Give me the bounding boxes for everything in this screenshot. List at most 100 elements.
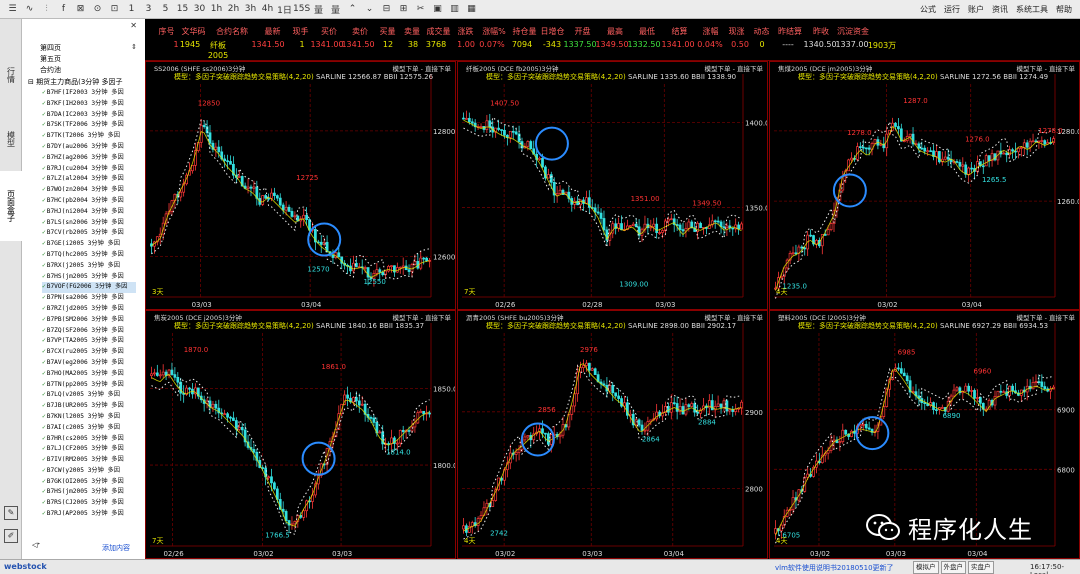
quote-header[interactable]: 开盘 <box>566 26 599 37</box>
sidebar-list-item[interactable]: ✓B7HC(pb2004 3分钟 多因 <box>42 196 136 207</box>
sidebar-contract-pool[interactable]: 合约池 <box>40 65 61 75</box>
edit-icon[interactable]: ✐ <box>4 529 18 543</box>
sidebar-page-5[interactable]: 第五页 <box>40 54 61 64</box>
quote-header[interactable]: 文华码 <box>180 26 207 37</box>
quote-header[interactable]: 日增仓 <box>539 26 566 37</box>
list-icon[interactable]: ☰ <box>4 4 21 14</box>
sidebar-list-item[interactable]: ✓B7TN(pp2005 3分钟 多因 <box>42 380 136 391</box>
quote-header[interactable]: 结算 <box>663 26 696 37</box>
sidebar-list-item[interactable]: ✓B7RX(j2005 3分钟 多因 <box>42 261 136 272</box>
sidebar-list-item[interactable]: ✓B7ZQ(SF2006 3分钟 多因 <box>42 326 136 337</box>
period-30m-icon[interactable]: 30 <box>191 4 208 14</box>
fullscreen-icon[interactable]: ▣ <box>429 4 446 14</box>
menu-item-3[interactable]: 资讯 <box>992 4 1008 15</box>
sidebar-list-item[interactable]: ✓B7LS(sn2006 3分钟 多因 <box>42 218 136 229</box>
sidebar-list-item[interactable]: ✓B7VOF(FG2006 3分钟 多因 <box>42 282 136 294</box>
sidebar-list-item[interactable]: ✓B7VP(TA2005 3分钟 多因 <box>42 336 136 347</box>
sidebar-list-item[interactable]: ✓B7AI(c2005 3分钟 多因 <box>42 423 136 434</box>
sidebar-list-item[interactable]: ✓B7KN(l2005 3分钟 多因 <box>42 412 136 423</box>
menu-item-5[interactable]: 帮助 <box>1056 4 1072 15</box>
chart-canvas[interactable]: 2900 2800 03/02 03/03 03/04 2976 2856 2864 2884 2… <box>458 311 768 559</box>
sidebar-list-item[interactable]: ✓B7HS(jm2005 3分钟 多因 <box>42 487 136 498</box>
quote-header[interactable]: 昨收 <box>805 26 837 37</box>
line-chart-icon[interactable]: ∿ <box>21 4 38 14</box>
quote-header[interactable]: 买价 <box>313 26 345 37</box>
period-1d-icon[interactable]: 1日 <box>276 3 293 16</box>
add-content-link[interactable]: 添加内容 <box>102 543 130 553</box>
period-1m-icon[interactable]: 1 <box>123 4 140 14</box>
quote-header[interactable]: 成交量 <box>424 26 453 37</box>
sidebar-list-item[interactable]: ✓B7HJ(ni2004 3分钟 多因 <box>42 207 136 218</box>
chart-panel[interactable]: 12800 12600 03/03 03/04 12850 12725 12570 12550… <box>145 61 456 310</box>
quote-header[interactable]: 沉淀资金 <box>837 26 869 37</box>
period-1h-icon[interactable]: 1h <box>208 4 225 14</box>
month-icon[interactable]: 量 <box>327 3 344 16</box>
sidebar-list-item[interactable]: ✓B7RJ(cu2004 3分钟 多因 <box>42 164 136 175</box>
quote-header[interactable]: 最新 <box>257 26 288 37</box>
collapse-icon[interactable]: ⊟ <box>378 4 395 14</box>
quote-header[interactable]: 买量 <box>375 26 400 37</box>
quote-header[interactable]: 最低 <box>631 26 663 37</box>
sidebar-list-item[interactable]: ✓B7DA(IC2003 3分钟 多因 <box>42 110 136 121</box>
sidebar-list-item[interactable]: ✓B7RS(CJ2005 3分钟 多因 <box>42 498 136 509</box>
close-icon[interactable]: ⊠ <box>72 4 89 14</box>
sidebar-list-item[interactable]: ✓B7SK(TF2006 3分钟 多因 <box>42 120 136 131</box>
quote-header[interactable]: 涨幅% <box>478 26 510 37</box>
period-15m-icon[interactable]: 15 <box>174 4 191 14</box>
sidebar-tree-root[interactable]: ⊟ 期货主力商品(3分钟 多因子 <box>28 77 123 87</box>
sidebar-list-item[interactable]: ✓B7DY(au2006 3分钟 多因 <box>42 142 136 153</box>
quote-header[interactable]: 现涨 <box>725 26 748 37</box>
tick-icon[interactable]: ⊡ <box>106 4 123 14</box>
sidebar-list-item[interactable]: ✓B7HZ(ag2006 3分钟 多因 <box>42 153 136 164</box>
candle-chart-icon[interactable]: ⫶ <box>38 4 55 14</box>
sidebar-list-item[interactable]: ✓B7CX(ru2005 3分钟 多因 <box>42 347 136 358</box>
close-icon[interactable]: ✕ <box>130 21 137 30</box>
quote-header[interactable]: 涨幅 <box>696 26 725 37</box>
period-3h-icon[interactable]: 3h <box>242 4 259 14</box>
period-5m-icon[interactable]: 5 <box>157 4 174 14</box>
sidebar-list-item[interactable]: ✓B7GE(i2005 3分钟 多因 <box>42 239 136 250</box>
chart-canvas[interactable]: 1400.00 1350.00 02/26 02/28 03/03 1407.50 1351… <box>458 62 768 310</box>
zoom-out-icon[interactable]: ⌄ <box>361 4 378 14</box>
week-icon[interactable]: 量 <box>310 3 327 16</box>
tab-page-box[interactable]: 页面盒子 <box>0 171 22 241</box>
sidebar-list-item[interactable]: ✓B7KF(IH2003 3分钟 多因 <box>42 99 136 110</box>
quote-header[interactable]: 昨结算 <box>775 26 805 37</box>
sidebar-list-item[interactable]: ✓B7TK(T2006 3分钟 多因 <box>42 131 136 142</box>
sidebar-list-item[interactable]: ✓B7HO(MA2005 3分钟 多因 <box>42 369 136 380</box>
scissors-icon[interactable]: ✂ <box>412 4 429 14</box>
sidebar-list-item[interactable]: ✓B7RJ(AP2005 3分钟 多因 <box>42 509 136 520</box>
sidebar-page-4[interactable]: 第四页 <box>40 43 61 53</box>
tab-quotes[interactable]: 行情 <box>0 47 22 102</box>
menu-item-1[interactable]: 运行 <box>944 4 960 15</box>
sidebar-list-item[interactable]: ✓B7JB(UR2005 3分钟 多因 <box>42 401 136 412</box>
quote-header[interactable]: 合约名称 <box>207 26 257 37</box>
chart-panel[interactable]: 1850.0 1800.0 02/26 03/02 03/03 1870.0 1861.0 1… <box>145 310 456 559</box>
quote-header[interactable]: 卖量 <box>400 26 424 37</box>
quote-header[interactable]: 序号 <box>153 26 180 37</box>
real-account-button[interactable]: 实盘户 <box>968 561 994 574</box>
sim-account-button[interactable]: 模拟户 <box>913 561 939 574</box>
chart-panel[interactable]: 1400.00 1350.00 02/26 02/28 03/03 1407.50 1351… <box>457 61 768 310</box>
quote-header[interactable]: 涨跌 <box>453 26 478 37</box>
quote-header[interactable]: 现手 <box>288 26 313 37</box>
menu-item-4[interactable]: 系统工具 <box>1016 4 1048 15</box>
zoom-in-icon[interactable]: ⌃ <box>344 4 361 14</box>
period-4h-icon[interactable]: 4h <box>259 4 276 14</box>
sidebar-list-item[interactable]: ✓B7AV(eg2006 3分钟 多因 <box>42 358 136 369</box>
quote-header[interactable]: 动态 <box>748 26 775 37</box>
chart-panel[interactable]: 2900 2800 03/02 03/03 03/04 2976 2856 2864 2884 2… <box>457 310 768 559</box>
grid-icon[interactable]: ▦ <box>463 4 480 14</box>
pin-icon[interactable]: ⇕ <box>131 43 137 51</box>
formula-icon[interactable]: f <box>55 4 72 14</box>
sidebar-list-item[interactable]: ✓B7LQ(v2005 3分钟 多因 <box>42 390 136 401</box>
sidebar-list-item[interactable]: ✓B7CW(y2005 3分钟 多因 <box>42 466 136 477</box>
quote-header[interactable]: 最高 <box>599 26 631 37</box>
sidebar-list-item[interactable]: ✓B7HR(cs2005 3分钟 多因 <box>42 434 136 445</box>
status-notice-link[interactable]: vlm软件使用说明书20180510更新了 <box>775 563 894 573</box>
collapse-icon[interactable]: ⊟ <box>28 78 36 86</box>
period-3m-icon[interactable]: 3 <box>140 4 157 14</box>
chart-canvas[interactable]: 12800 12600 03/03 03/04 12850 12725 12570 12550… <box>146 62 456 310</box>
foreign-account-button[interactable]: 外盘户 <box>940 561 966 574</box>
sidebar-list-item[interactable]: ✓B7LZ(al2004 3分钟 多因 <box>42 174 136 185</box>
